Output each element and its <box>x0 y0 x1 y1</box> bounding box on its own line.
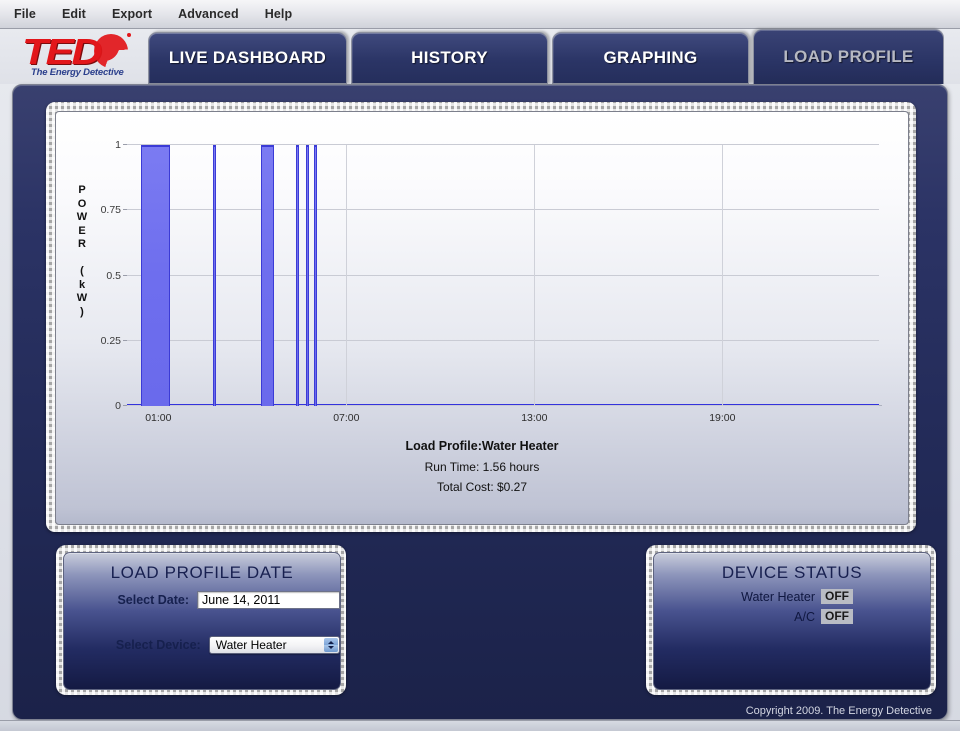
status-badge: OFF <box>821 589 853 604</box>
app-window: File Edit Export Advanced Help TED The E… <box>0 0 960 731</box>
chart-gridline <box>127 405 879 406</box>
device-status-row: A/C OFF <box>654 609 930 624</box>
chart-gridline <box>127 274 879 276</box>
device-status-panel: DEVICE STATUS Water Heater OFF A/C OFF <box>646 545 936 695</box>
chart-plot-area: 0 0.25 0.5 0.75 1 01:00 07:00 13:00 19:00 <box>101 139 882 424</box>
chart-vertical-gridline <box>534 145 536 406</box>
ted-logo: TED The Energy Detective <box>22 29 140 84</box>
menu-bar: File Edit Export Advanced Help <box>0 0 960 29</box>
chart-bar <box>296 145 299 406</box>
menu-item-edit[interactable]: Edit <box>62 7 86 21</box>
window-bottom-frame <box>0 720 960 731</box>
chart-title: Load Profile:Water Heater <box>405 439 559 453</box>
load-profile-date-panel: LOAD PROFILE DATE Select Date: Select De… <box>56 545 346 695</box>
chart-canvas: POWER (k W) 0 0.25 0.5 0.75 1 01:00 07:00 13:00 1… <box>55 111 909 525</box>
chart-x-tick-label: 07:00 <box>333 412 360 424</box>
select-date-label: Select Date: <box>117 593 189 607</box>
select-date-input[interactable] <box>197 591 340 609</box>
chart-x-tick-label: 13:00 <box>521 412 548 424</box>
chart-vertical-gridline <box>346 145 348 406</box>
chevron-updown-icon[interactable] <box>324 638 338 652</box>
chart-bar <box>313 145 317 406</box>
chart-x-tick-label: 19:00 <box>709 412 736 424</box>
chart-gridline <box>127 209 879 211</box>
tab-load-profile[interactable]: LOAD PROFILE <box>753 29 944 84</box>
chart-bar <box>213 145 216 406</box>
chart-run-time: Run Time: 1.56 hours <box>424 460 540 474</box>
chart-y-tick-mark <box>123 339 127 341</box>
menu-item-export[interactable]: Export <box>112 7 152 21</box>
menu-item-advanced[interactable]: Advanced <box>178 7 239 21</box>
chart-vertical-gridline <box>722 145 724 406</box>
chart-total-cost: Total Cost: $0.27 <box>436 480 528 494</box>
tab-bar: LIVE DASHBOARD HISTORY GRAPHING LOAD PRO… <box>148 29 944 84</box>
logo-registered-dot-icon <box>127 33 131 37</box>
select-device-dropdown[interactable]: Water Heater <box>208 636 340 654</box>
chart-bar <box>141 145 170 406</box>
load-profile-date-body: LOAD PROFILE DATE Select Date: Select De… <box>63 552 341 690</box>
tab-history[interactable]: HISTORY <box>351 32 548 84</box>
device-status-name: Water Heater <box>741 589 815 604</box>
device-status-body: DEVICE STATUS Water Heater OFF A/C OFF <box>653 552 931 690</box>
chart-y-tick-label: 0.75 <box>100 204 121 217</box>
chart-y-tick-label: 1 <box>115 139 121 151</box>
main-panel: POWER (k W) 0 0.25 0.5 0.75 1 01:00 07:00 13:00 1… <box>12 84 948 720</box>
chart-y-tick-mark <box>123 209 127 211</box>
chart-gridline <box>127 144 879 145</box>
chart-bar <box>261 145 275 406</box>
tab-live-dashboard[interactable]: LIVE DASHBOARD <box>148 32 347 84</box>
select-device-value: Water Heater <box>215 638 287 652</box>
load-profile-date-title: LOAD PROFILE DATE <box>110 563 294 582</box>
device-status-title: DEVICE STATUS <box>721 563 863 582</box>
logo-tagline: The Energy Detective <box>31 67 124 78</box>
header-strip: TED The Energy Detective LIVE DASHBOARD … <box>0 29 960 84</box>
chart-x-tick-label: 01:00 <box>145 412 172 424</box>
chart-y-tick-label: 0.25 <box>100 334 121 347</box>
chart-y-tick-label: 0.5 <box>106 269 121 282</box>
menu-item-help[interactable]: Help <box>265 7 293 21</box>
device-status-row: Water Heater OFF <box>654 589 930 604</box>
chart-frame: POWER (k W) 0 0.25 0.5 0.75 1 01:00 07:00 13:00 1… <box>46 102 916 532</box>
copyright-text: Copyright 2009. The Energy Detective <box>745 705 932 717</box>
menu-item-file[interactable]: File <box>14 7 36 21</box>
tab-graphing[interactable]: GRAPHING <box>552 32 749 84</box>
chart-y-tick-mark <box>123 144 127 145</box>
status-badge: OFF <box>821 609 853 624</box>
select-device-label: Select Device: <box>115 638 201 652</box>
device-status-name: A/C <box>794 609 815 624</box>
chart-y-tick-label: 0 <box>115 400 121 412</box>
chart-y-tick-mark <box>123 274 127 276</box>
chart-gridline <box>127 339 879 341</box>
chart-bar <box>306 145 309 406</box>
chart-y-tick-mark <box>123 405 127 406</box>
chart-y-axis-label: POWER (k W) <box>76 184 88 318</box>
